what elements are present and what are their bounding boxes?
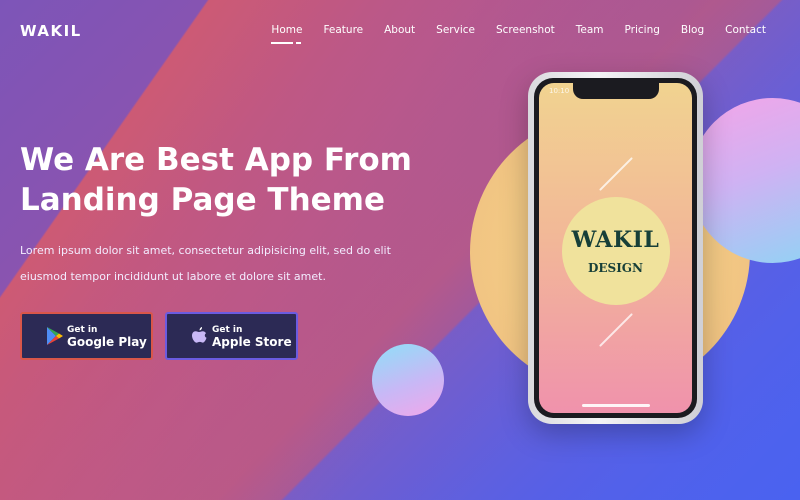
hero-text-line1: Lorem ipsum dolor sit amet, consectetur … (20, 244, 391, 257)
google-play-icon (46, 326, 64, 346)
apple-store-label: Get in Apple Store (212, 324, 292, 348)
phone-status-time: 10:10 (549, 87, 570, 95)
nav-item-pricing[interactable]: Pricing (625, 24, 660, 36)
brand-logo[interactable]: WAKIL (20, 22, 82, 40)
google-play-big-text: Google Play (67, 335, 147, 349)
hero-title-line2: Landing Page Theme (20, 182, 385, 218)
app-logo-name: WAKIL (571, 227, 660, 253)
app-logo: WAKIL DESIGN (561, 197, 670, 305)
nav-item-home[interactable]: Home (271, 24, 302, 44)
nav-item-service[interactable]: Service (436, 24, 475, 36)
nav-item-screenshot[interactable]: Screenshot (496, 24, 555, 36)
apple-store-big-text: Apple Store (212, 335, 292, 349)
apple-icon (191, 326, 209, 346)
nav-item-about[interactable]: About (384, 24, 415, 36)
phone-mockup: 10:10 WAKIL DESIGN (528, 72, 703, 424)
hero-title: We Are Best App From Landing Page Theme (20, 140, 440, 220)
landing-page: WAKIL Home Feature About Service Screens… (0, 0, 800, 500)
nav-item-feature[interactable]: Feature (323, 24, 363, 36)
phone-screen: 10:10 WAKIL DESIGN (539, 83, 692, 413)
decorative-circle-small (372, 344, 444, 416)
screen-shine-bottom (599, 313, 633, 347)
nav-item-blog[interactable]: Blog (681, 24, 704, 36)
phone-home-indicator (581, 404, 650, 407)
hero-description: Lorem ipsum dolor sit amet, consectetur … (20, 238, 420, 290)
google-play-label: Get in Google Play (67, 324, 147, 348)
screen-shine-top (599, 157, 633, 191)
hero-title-line1: We Are Best App From (20, 142, 412, 178)
phone-notch (572, 83, 659, 99)
apple-store-button[interactable]: Get in Apple Store (165, 312, 298, 360)
main-nav: Home Feature About Service Screenshot Te… (271, 24, 766, 44)
hero-text-line2: eiusmod tempor incididunt ut labore et d… (20, 270, 326, 283)
google-play-button[interactable]: Get in Google Play (20, 312, 153, 360)
phone-bezel: 10:10 WAKIL DESIGN (534, 78, 697, 418)
nav-item-contact[interactable]: Contact (725, 24, 766, 36)
app-logo-subtitle: DESIGN (587, 261, 644, 275)
nav-item-team[interactable]: Team (576, 24, 604, 36)
